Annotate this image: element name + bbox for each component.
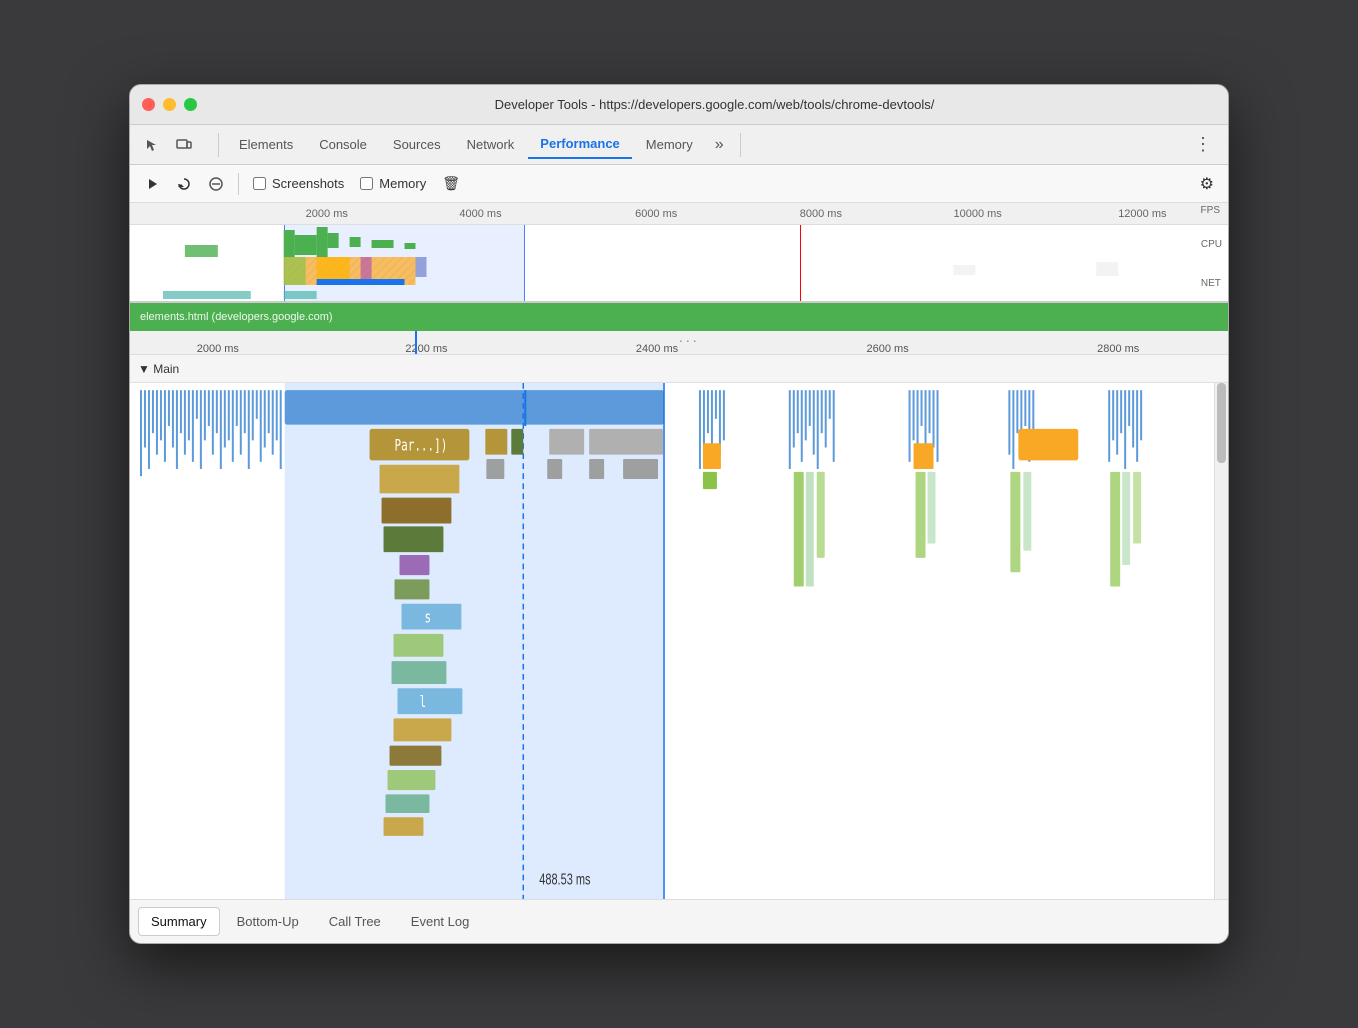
tab-call-tree[interactable]: Call Tree	[316, 907, 394, 936]
tab-sources[interactable]: Sources	[381, 131, 453, 158]
kebab-menu-button[interactable]: ⋮	[1186, 130, 1220, 159]
cpu-label: CPU	[1201, 239, 1222, 250]
detail-2000: 2000 ms	[197, 343, 239, 355]
tab-network[interactable]: Network	[455, 131, 527, 158]
settings-button[interactable]: ⚙	[1194, 170, 1220, 198]
toolbar: Screenshots Memory 🗑 ⚙	[130, 165, 1228, 203]
svg-text:s: s	[424, 608, 431, 627]
svg-text:Par...]): Par...])	[395, 436, 448, 455]
trash-button[interactable]: 🗑	[436, 171, 466, 196]
tab-console[interactable]: Console	[307, 131, 379, 158]
device-toggle-button[interactable]	[170, 131, 198, 159]
tab-performance[interactable]: Performance	[528, 130, 631, 159]
cpu-chart	[130, 257, 1228, 285]
detail-2200: 2200 ms	[405, 343, 447, 355]
tab-bottom-up[interactable]: Bottom-Up	[224, 907, 312, 936]
svg-text:488.53 ms: 488.53 ms	[539, 871, 590, 888]
title-bar: Developer Tools - https://developers.goo…	[130, 85, 1228, 125]
tab-memory[interactable]: Memory	[634, 131, 705, 158]
scrollbar-thumb[interactable]	[1217, 383, 1226, 463]
screenshots-checkbox[interactable]	[253, 177, 266, 190]
svg-text:l: l	[419, 693, 426, 712]
fps-label: FPS	[1201, 205, 1220, 216]
bottom-tabs: Summary Bottom-Up Call Tree Event Log	[130, 899, 1228, 943]
tab-event-log[interactable]: Event Log	[398, 907, 483, 936]
cursor-icon-button[interactable]	[138, 131, 166, 159]
net-chart	[130, 285, 1228, 303]
fps-chart	[130, 225, 1228, 257]
ruler-12000: 12000 ms	[1118, 208, 1166, 220]
ruler-10000: 10000 ms	[954, 208, 1002, 220]
tab-separator	[218, 133, 219, 157]
memory-label: Memory	[379, 176, 426, 191]
tab-elements[interactable]: Elements	[227, 131, 305, 158]
clear-button[interactable]	[202, 170, 230, 198]
zone-bar: elements.html (developers.google.com)	[130, 303, 1228, 331]
memory-checkbox[interactable]	[360, 177, 373, 190]
flame-scrollbar[interactable]	[1214, 383, 1228, 899]
zone-url: elements.html (developers.google.com)	[140, 311, 333, 323]
tab-separator-2	[740, 133, 741, 157]
detail-2600: 2600 ms	[867, 343, 909, 355]
tab-summary[interactable]: Summary	[138, 907, 220, 936]
net-label: NET	[1201, 278, 1222, 289]
detail-2800: 2800 ms	[1097, 343, 1139, 355]
screenshots-checkbox-label[interactable]: Screenshots	[247, 174, 350, 193]
ruler-6000: 6000 ms	[635, 208, 677, 220]
reload-record-button[interactable]	[170, 170, 198, 198]
memory-checkbox-label[interactable]: Memory	[354, 174, 432, 193]
more-tabs-button[interactable]: »	[707, 132, 732, 158]
close-button[interactable]	[142, 98, 155, 111]
overview-area[interactable]: 2000 ms 4000 ms 6000 ms 8000 ms 10000 ms…	[130, 203, 1228, 303]
tab-icon-group	[138, 131, 198, 159]
devtools-window: Developer Tools - https://developers.goo…	[129, 84, 1229, 944]
flame-chart-main[interactable]: Par...]) s l	[130, 383, 1228, 899]
ruler-4000: 4000 ms	[459, 208, 501, 220]
window-title: Developer Tools - https://developers.goo…	[213, 97, 1216, 112]
tab-bar: Elements Console Sources Network Perform…	[130, 125, 1228, 165]
redline	[800, 225, 802, 303]
record-button[interactable]	[138, 170, 166, 198]
ruler-8000: 8000 ms	[800, 208, 842, 220]
flame-chart-container: ▼ Main	[130, 355, 1228, 899]
minimize-button[interactable]	[163, 98, 176, 111]
flame-chart-header: ▼ Main	[130, 355, 1228, 383]
toolbar-sep-1	[238, 173, 239, 195]
flame-svg: Par...]) s l	[130, 383, 1214, 899]
detail-dots: ...	[679, 331, 700, 345]
detail-2400: 2400 ms	[636, 343, 678, 355]
main-section-label: ▼ Main	[138, 362, 179, 376]
window-controls	[142, 98, 197, 111]
maximize-button[interactable]	[184, 98, 197, 111]
screenshots-label: Screenshots	[272, 176, 344, 191]
ruler-2000: 2000 ms	[306, 208, 348, 220]
cursor-line	[415, 331, 417, 354]
detail-ruler: 2000 ms 2200 ms 2400 ms 2600 ms 2800 ms …	[130, 331, 1228, 355]
